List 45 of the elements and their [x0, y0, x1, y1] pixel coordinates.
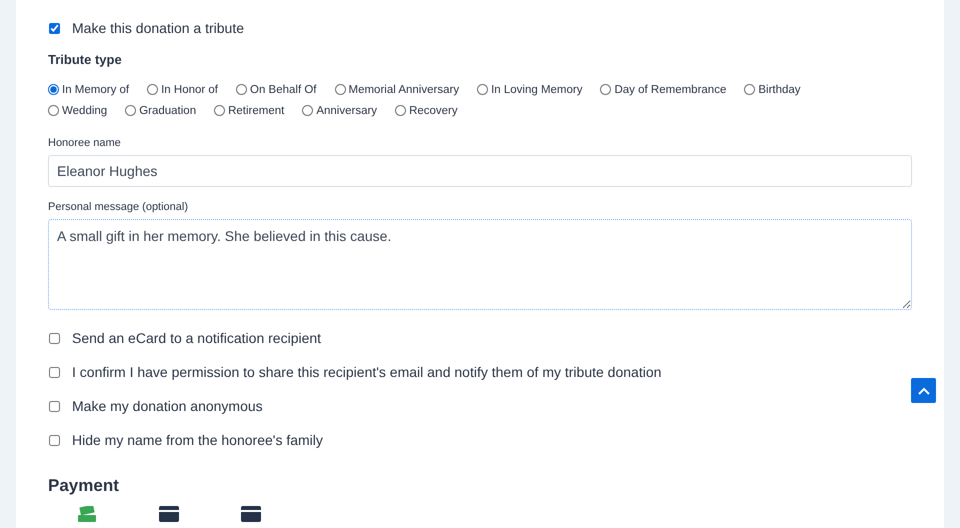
- radio-label: Retirement: [228, 104, 284, 116]
- section-heading: Payment: [48, 476, 119, 496]
- radio-label: Memorial Anniversary: [348, 84, 460, 96]
- card-icon: [240, 506, 262, 522]
- honoree-name-field[interactable]: Eleanor Hughes: [48, 155, 912, 187]
- checkbox-label: Make my donation anonymous: [72, 398, 263, 414]
- radio-label: Birthday: [758, 84, 801, 96]
- radio-button[interactable]: [147, 84, 158, 95]
- option-checkbox[interactable]: [49, 434, 60, 446]
- radio-button[interactable]: [125, 105, 136, 116]
- radio-label: Graduation: [139, 104, 196, 116]
- option-checkbox[interactable]: [49, 366, 60, 378]
- radio-label: Recovery: [409, 104, 458, 116]
- field-label: Honoree name: [48, 137, 121, 149]
- radio-button[interactable]: [744, 84, 756, 95]
- radio-button[interactable]: [395, 105, 406, 116]
- radio-label: Wedding: [62, 104, 108, 116]
- radio-button[interactable]: [334, 84, 346, 95]
- card-icon: [158, 506, 180, 522]
- field-label: Personal message (optional): [48, 201, 188, 213]
- option-checkbox[interactable]: [49, 400, 60, 412]
- tribute-checkbox[interactable]: [49, 22, 60, 34]
- checkbox-label: Hide my name from the honoree's family: [72, 432, 323, 448]
- radio-button[interactable]: [477, 84, 488, 95]
- radio-button[interactable]: [214, 105, 226, 116]
- radio-button[interactable]: [600, 84, 612, 95]
- cash-icon: [76, 506, 98, 522]
- radio-label: Day of Remembrance: [614, 84, 726, 96]
- radio-button[interactable]: [236, 84, 248, 95]
- radio-label: Anniversary: [316, 104, 378, 116]
- message-field[interactable]: A small gift in her memory. She believed in this cause.: [48, 219, 912, 310]
- checkbox-label: Send an eCard to a notification recipient: [72, 330, 322, 346]
- radio-label: In Honor of: [161, 84, 218, 96]
- scroll-top-button[interactable]: [911, 378, 936, 403]
- checkbox-label: Make this donation a tribute: [72, 20, 244, 36]
- radio-label: On Behalf Of: [250, 84, 316, 96]
- radio-label: In Memory of: [62, 84, 130, 96]
- radio-button[interactable]: [48, 84, 59, 95]
- radio-label: In Loving Memory: [491, 84, 582, 96]
- checkbox-label: I confirm I have permission to share this recipient's email and notify them of my tribute donation: [72, 364, 662, 380]
- option-checkbox[interactable]: [49, 332, 60, 344]
- chevron-up-icon: [918, 386, 930, 394]
- radio-button[interactable]: [48, 105, 59, 116]
- radio-button[interactable]: [302, 105, 314, 116]
- section-heading: Tribute type: [48, 52, 122, 67]
